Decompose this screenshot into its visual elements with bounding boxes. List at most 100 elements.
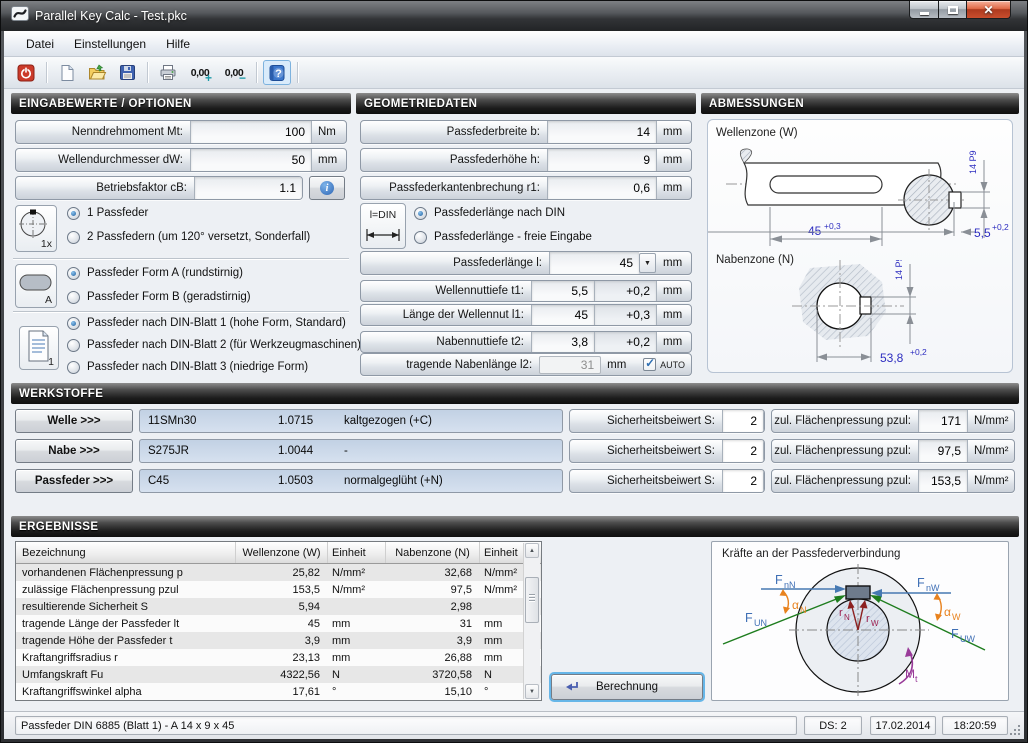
- shaft-groove-length-label: Länge der Wellennut l1:: [361, 309, 531, 321]
- print-button[interactable]: [154, 60, 182, 85]
- result-shaft-unit: N: [328, 669, 386, 681]
- table-row: resultierende Sicherheit S5,942,98: [16, 598, 541, 615]
- radio-icon[interactable]: [67, 339, 80, 352]
- close-button[interactable]: ✕: [967, 1, 1011, 19]
- radio-icon[interactable]: [67, 231, 80, 244]
- torque-input[interactable]: 100: [190, 121, 312, 143]
- info-icon: i: [320, 181, 334, 195]
- option-length-din-label: Passfederlänge nach DIN: [434, 207, 565, 219]
- radio-icon[interactable]: [67, 317, 80, 330]
- resize-grip[interactable]: [1008, 723, 1021, 736]
- key-count-icon-tag: 1x: [41, 238, 52, 250]
- scroll-up-button[interactable]: ▲: [525, 543, 539, 558]
- option-din-sheet-1[interactable]: Passfeder nach DIN-Blatt 1 (hohe Form, S…: [67, 315, 346, 331]
- result-shaft-value: 5,94: [236, 601, 328, 613]
- shaft-groove-depth-input[interactable]: 5,5: [531, 281, 595, 301]
- auto-label: AUTO: [660, 360, 685, 370]
- radio-icon[interactable]: [414, 207, 427, 220]
- option-din-sheet-3[interactable]: Passfeder nach DIN-Blatt 3 (niedrige For…: [67, 359, 308, 375]
- option-length-din[interactable]: Passfederlänge nach DIN: [414, 205, 565, 221]
- key-width-input[interactable]: 14: [547, 121, 657, 143]
- maximize-button[interactable]: [939, 1, 967, 19]
- torque-label: Nenndrehmoment Mt:: [16, 126, 190, 138]
- service-factor-info-button[interactable]: i: [309, 176, 345, 200]
- forces-diagram: F nN F nW F UN F UW α N α W r N: [713, 562, 1007, 700]
- scroll-thumb[interactable]: [525, 577, 539, 623]
- option-one-key[interactable]: 1 Passfeder: [67, 205, 148, 221]
- new-file-button[interactable]: [53, 60, 81, 85]
- service-factor-label: Betriebsfaktor cB:: [16, 182, 194, 194]
- key-length-dropdown[interactable]: ▼: [639, 253, 656, 273]
- radio-icon[interactable]: [67, 267, 80, 280]
- radio-icon[interactable]: [67, 291, 80, 304]
- hub-safety-label: Sicherheitsbeiwert S:: [570, 445, 722, 457]
- key-height-input[interactable]: 9: [547, 149, 657, 171]
- col-wellenzone: Wellenzone (W): [236, 542, 328, 563]
- menu-hilfe[interactable]: Hilfe: [156, 33, 200, 55]
- radius-n-sub: N: [844, 613, 850, 622]
- hub-material-number: 1.0044: [278, 445, 344, 457]
- key-chamfer-input[interactable]: 0,6: [547, 177, 657, 199]
- option-form-b[interactable]: Passfeder Form B (geradstirnig): [67, 289, 251, 305]
- key-material-button[interactable]: Passfeder >>>: [15, 469, 133, 493]
- option-form-a[interactable]: Passfeder Form A (rundstirnig): [67, 265, 243, 281]
- dimensions-panel: ABMESSUNGEN Wellenzone (W): [701, 93, 1019, 376]
- shaft-safety-input[interactable]: 2: [722, 410, 764, 432]
- calculate-button[interactable]: Berechnung: [551, 674, 703, 700]
- open-file-button[interactable]: [83, 60, 111, 85]
- hub-safety-input[interactable]: 2: [722, 440, 764, 462]
- status-time-box: 18:20:59: [942, 716, 1008, 735]
- geometry-panel: GEOMETRIEDATEN Passfederbreite b: 14 mm …: [356, 93, 696, 376]
- hub-material-box[interactable]: S275JR 1.0044 -: [139, 439, 563, 463]
- result-hub-unit: mm: [480, 652, 526, 664]
- shaft-material-button[interactable]: Welle >>>: [15, 409, 133, 433]
- service-factor-field-row: Betriebsfaktor cB: 1.1: [15, 176, 303, 200]
- result-hub-unit: mm: [480, 618, 526, 630]
- window-controls: ✕: [909, 1, 1011, 19]
- radio-icon[interactable]: [67, 207, 80, 220]
- hub-key-width-dim: 14 P9: [894, 260, 904, 280]
- shaft-safety-row: Sicherheitsbeiwert S: 2: [569, 409, 765, 433]
- hub-groove-depth-input[interactable]: 3,8: [531, 332, 595, 352]
- option-length-free[interactable]: Passfederlänge - freie Eingabe: [414, 229, 592, 245]
- hub-material-button[interactable]: Nabe >>>: [15, 439, 133, 463]
- dimensions-panel-header: ABMESSUNGEN: [701, 93, 1019, 114]
- decimal-decrease-button[interactable]: 0,00 −: [218, 60, 250, 85]
- force-fuw-label: F: [951, 627, 959, 641]
- shaft-pressure-label: zul. Flächenpressung pzul:: [772, 415, 918, 427]
- shaft-groove-length-input[interactable]: 45: [531, 305, 595, 325]
- result-shaft-value: 25,82: [236, 567, 328, 579]
- menu-einstellungen[interactable]: Einstellungen: [64, 33, 156, 55]
- key-safety-input[interactable]: 2: [722, 470, 764, 492]
- table-scrollbar[interactable]: ▲ ▼: [523, 543, 540, 699]
- menu-datei[interactable]: Datei: [16, 33, 64, 55]
- radio-icon[interactable]: [67, 361, 80, 374]
- shaft-material-box[interactable]: 11SMn30 1.0715 kaltgezogen (+C): [139, 409, 563, 433]
- radio-icon[interactable]: [414, 231, 427, 244]
- shaft-diameter-field-row: Wellendurchmesser dW: 50 mm: [15, 148, 347, 172]
- scroll-down-button[interactable]: ▼: [525, 684, 539, 699]
- result-hub-unit: °: [480, 686, 526, 698]
- auto-checkbox[interactable]: [643, 358, 656, 371]
- decimal-increase-button[interactable]: 0,00 +: [184, 60, 216, 85]
- help-icon: ?: [268, 64, 286, 82]
- hub-groove-depth-tolerance: +0,2: [595, 332, 657, 352]
- option-two-keys[interactable]: 2 Passfedern (um 120° versetzt, Sonderfa…: [67, 229, 310, 245]
- radius-w-label: r: [866, 613, 870, 625]
- radius-w-sub: W: [871, 619, 879, 628]
- result-name: Kraftangriffsradius r: [16, 652, 236, 664]
- toolbar: 0,00 + 0,00 − ?: [4, 57, 1024, 89]
- save-file-button[interactable]: [113, 60, 141, 85]
- result-hub-value: 3,9: [386, 635, 480, 647]
- service-factor-input[interactable]: 1.1: [194, 177, 302, 199]
- option-din-sheet-2-label: Passfeder nach DIN-Blatt 2 (für Werkzeug…: [87, 339, 361, 351]
- key-material-box[interactable]: C45 1.0503 normalgeglüht (+N): [139, 469, 563, 493]
- exit-button[interactable]: [12, 60, 40, 85]
- key-length-input[interactable]: 45: [549, 252, 639, 274]
- shaft-diameter-input[interactable]: 50: [190, 149, 312, 171]
- minimize-button[interactable]: [909, 1, 939, 19]
- option-din-sheet-2[interactable]: Passfeder nach DIN-Blatt 2 (für Werkzeug…: [67, 337, 361, 353]
- help-button[interactable]: ?: [263, 60, 291, 85]
- result-shaft-unit: mm: [328, 618, 386, 630]
- shaft-diameter-unit: mm: [312, 154, 346, 166]
